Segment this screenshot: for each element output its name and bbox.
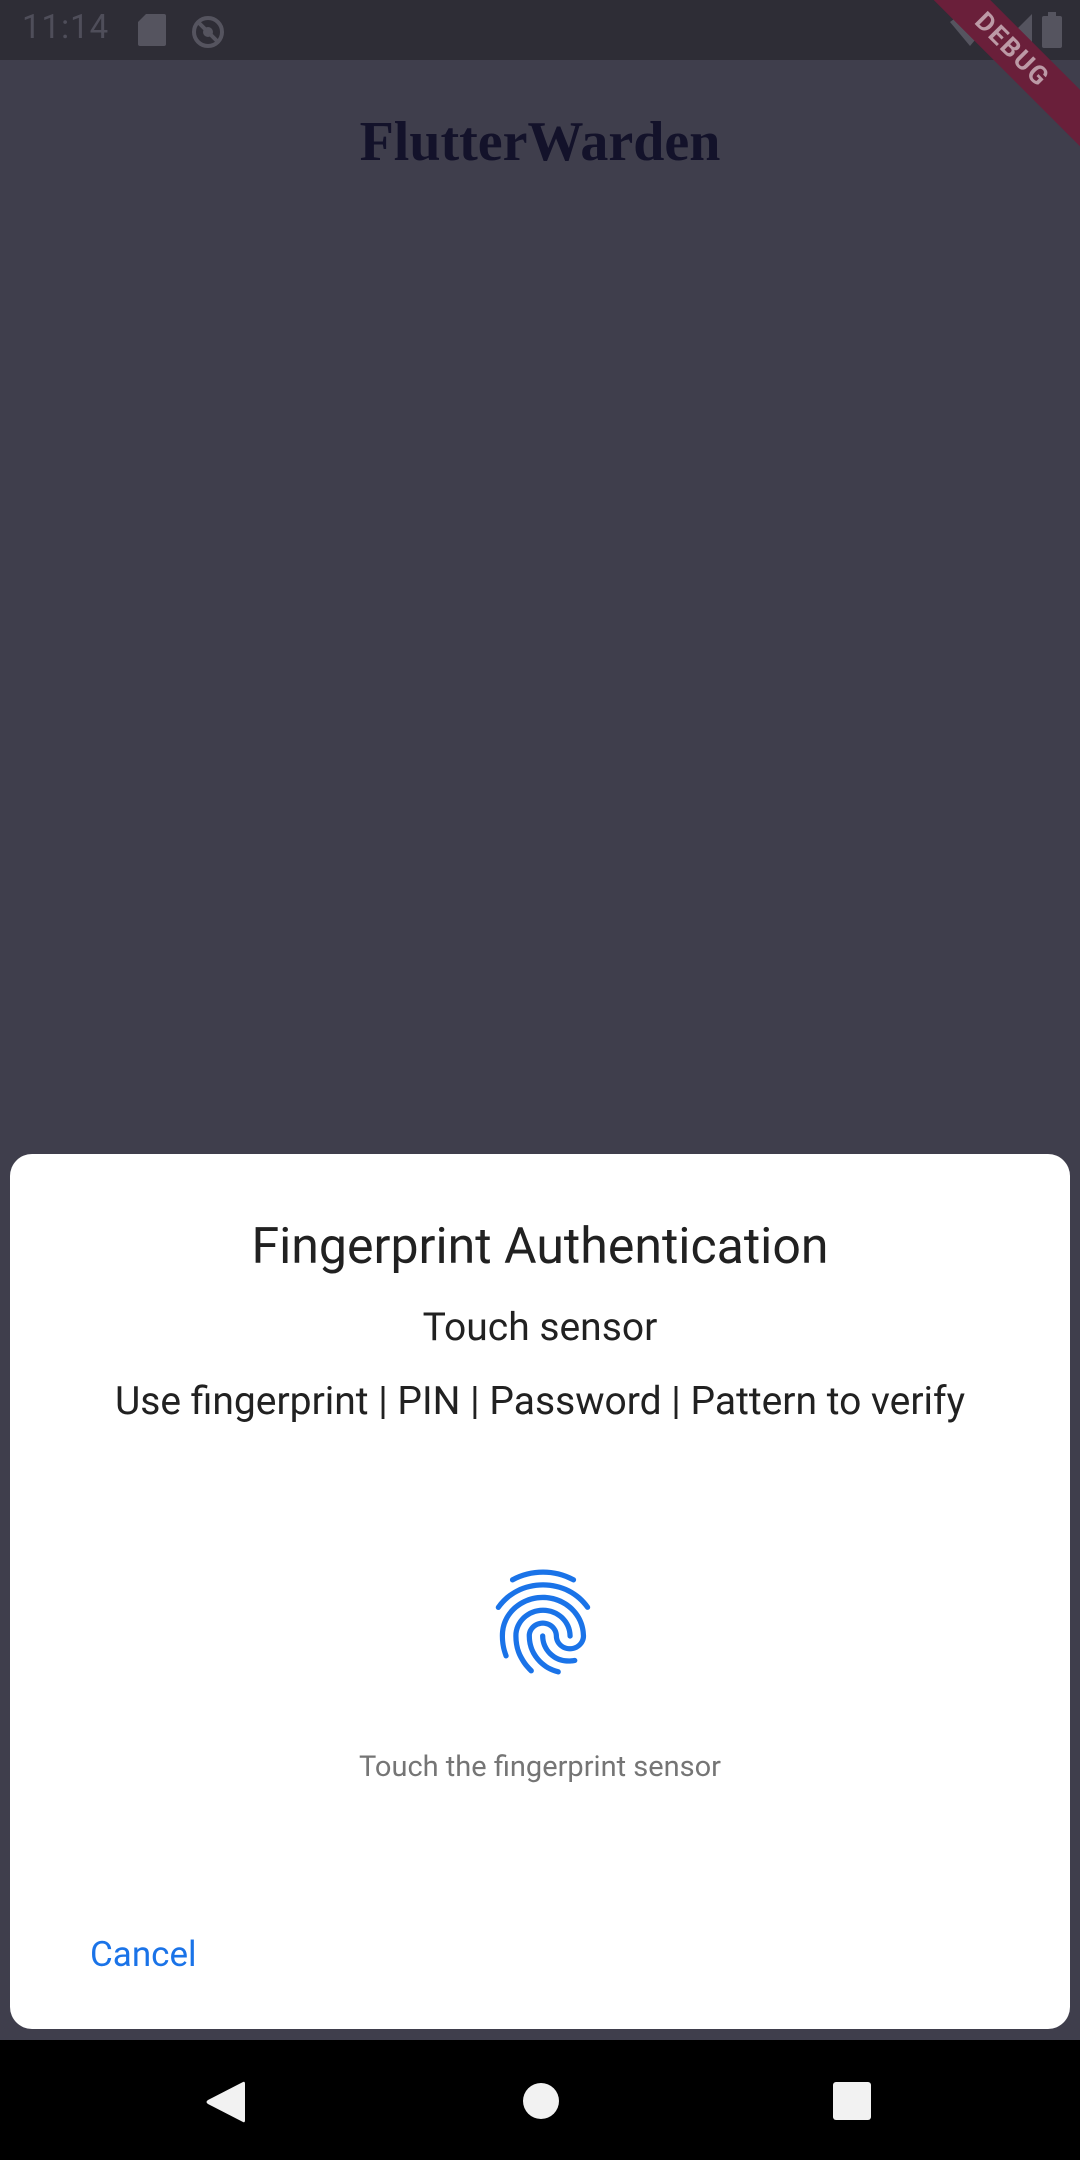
cancel-button[interactable]: Cancel (90, 1934, 197, 1975)
dialog-description: Use fingerprint | PIN | Password | Patte… (114, 1378, 966, 1424)
status-time: 11:14 (22, 8, 110, 47)
dialog-subtitle: Touch sensor (422, 1304, 658, 1350)
fingerprint-dialog: Fingerprint Authentication Touch sensor … (10, 1154, 1070, 2029)
screen: 11:14 DEBUG FlutterWarden Fingerprint Au… (0, 0, 1080, 2160)
sd-card-icon (138, 14, 166, 46)
dialog-hint: Touch the fingerprint sensor (359, 1750, 721, 1784)
fingerprint-icon[interactable] (480, 1554, 606, 1690)
back-icon[interactable] (205, 2080, 245, 2124)
status-bar: 11:14 (0, 0, 1080, 60)
sync-icon (192, 16, 224, 48)
dialog-title: Fingerprint Authentication (251, 1218, 829, 1276)
app-title: FlutterWarden (359, 111, 721, 173)
home-icon[interactable] (522, 2082, 560, 2120)
recents-icon[interactable] (833, 2082, 871, 2120)
battery-icon (1042, 12, 1062, 48)
navigation-bar (0, 2040, 1080, 2160)
